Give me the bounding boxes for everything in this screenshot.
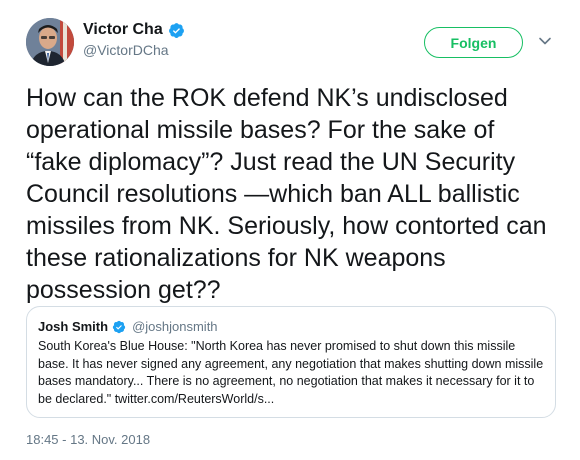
author-name-row: Victor Cha xyxy=(83,21,185,39)
quoted-author-name: Josh Smith xyxy=(38,319,109,334)
tweet-text: How can the ROK defend NK’s undisclosed … xyxy=(26,84,547,304)
follow-button[interactable]: Folgen xyxy=(424,27,523,58)
quoted-author-handle: @joshjonsmith xyxy=(132,319,218,334)
chevron-down-icon[interactable] xyxy=(538,34,552,48)
quoted-tweet-card[interactable]: Josh Smith @joshjonsmith South Korea's B… xyxy=(26,306,556,418)
quoted-verified-badge-icon xyxy=(112,320,126,334)
tweet-timestamp[interactable]: 18:45 - 13. Nov. 2018 xyxy=(26,432,150,447)
author-display-name[interactable]: Victor Cha xyxy=(83,21,163,39)
avatar-portrait-icon xyxy=(26,18,74,66)
author-avatar[interactable] xyxy=(26,18,74,66)
verified-badge-icon xyxy=(168,22,185,39)
quoted-tweet-text: South Korea's Blue House: "North Korea h… xyxy=(38,339,544,406)
quoted-tweet-header: Josh Smith @joshjonsmith xyxy=(38,319,218,334)
author-handle[interactable]: @VictorDCha xyxy=(83,42,169,58)
